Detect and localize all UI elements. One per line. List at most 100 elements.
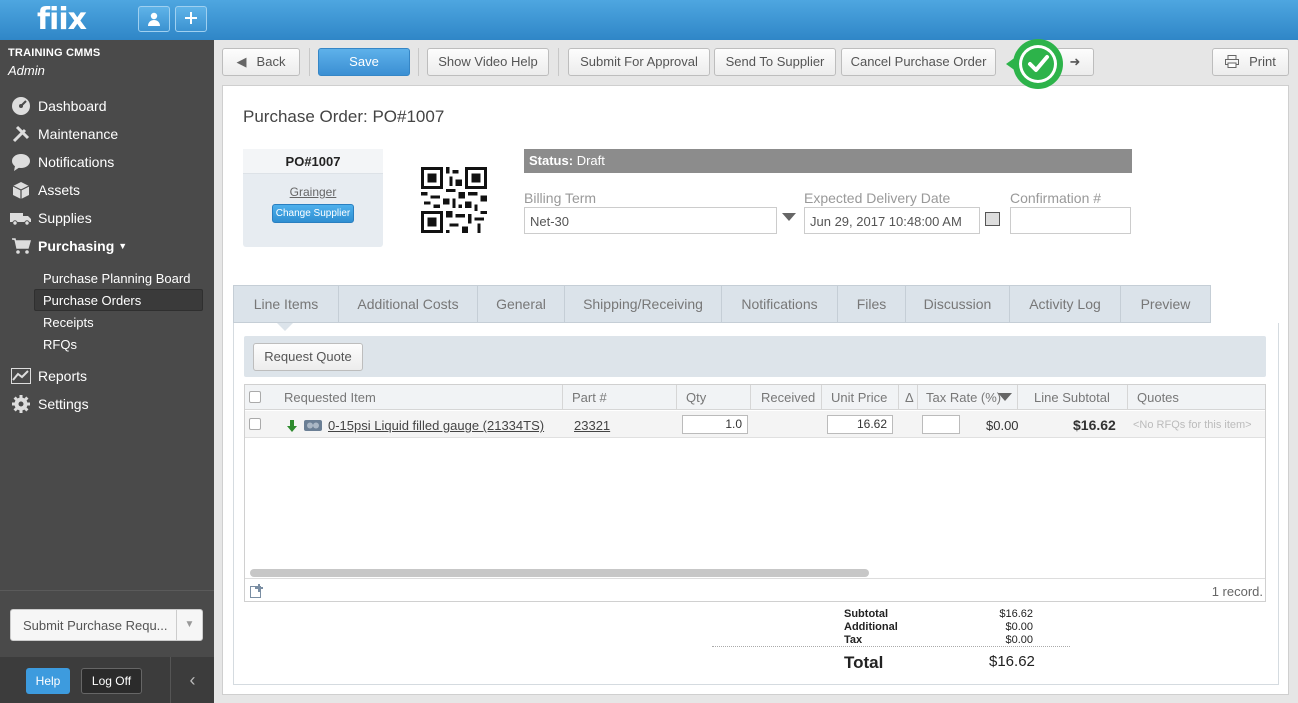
col-quotes[interactable]: Quotes bbox=[1137, 385, 1179, 410]
change-supplier-button[interactable]: Change Supplier bbox=[272, 204, 354, 223]
log-off-button[interactable]: Log Off bbox=[81, 668, 142, 694]
col-divider bbox=[676, 385, 677, 410]
nav-maintenance[interactable]: Maintenance bbox=[10, 122, 118, 146]
status-value: Draft bbox=[576, 153, 605, 168]
col-part-number[interactable]: Part # bbox=[572, 385, 607, 410]
col-divider bbox=[562, 385, 563, 410]
send-to-supplier-button[interactable]: Send To Supplier bbox=[714, 48, 836, 76]
column-menu-icon[interactable] bbox=[998, 393, 1012, 401]
col-unit-price[interactable]: Unit Price bbox=[831, 385, 887, 410]
chat-bubble-icon bbox=[10, 152, 32, 172]
chevron-down-icon: ▼ bbox=[118, 241, 128, 251]
nav-purchasing[interactable]: Purchasing ▼ bbox=[10, 234, 127, 258]
active-tab-pointer bbox=[277, 323, 293, 331]
total-label: Total bbox=[844, 653, 884, 672]
chevron-down-icon[interactable]: ▼ bbox=[176, 610, 202, 640]
tab-line-items[interactable]: Line Items bbox=[234, 286, 339, 322]
horizontal-scrollbar[interactable] bbox=[250, 569, 869, 577]
tab-shipping-receiving[interactable]: Shipping/Receiving bbox=[565, 286, 722, 322]
grid-toolbar bbox=[244, 336, 1266, 377]
billing-term-select[interactable]: Net-30 bbox=[524, 207, 777, 234]
col-divider bbox=[750, 385, 751, 410]
nav-reports[interactable]: Reports bbox=[10, 364, 87, 388]
toolbar-divider bbox=[418, 48, 419, 76]
col-qty[interactable]: Qty bbox=[686, 385, 706, 410]
col-tax-rate[interactable]: Tax Rate (%) bbox=[926, 385, 1001, 410]
subtotal-label: Subtotal bbox=[844, 608, 888, 620]
col-divider bbox=[821, 385, 822, 410]
delivery-date-label: Expected Delivery Date bbox=[804, 190, 951, 206]
box-icon bbox=[10, 180, 32, 200]
tab-files[interactable]: Files bbox=[838, 286, 906, 322]
print-button[interactable]: Print bbox=[1212, 48, 1289, 76]
subtotal-value: $16.62 bbox=[999, 608, 1033, 620]
nav-assets[interactable]: Assets bbox=[10, 178, 80, 202]
nav-settings[interactable]: Settings bbox=[10, 392, 89, 416]
cancel-purchase-order-button[interactable]: Cancel Purchase Order bbox=[841, 48, 996, 76]
select-all-checkbox[interactable] bbox=[249, 391, 261, 403]
save-button[interactable]: Save bbox=[318, 48, 410, 76]
help-button[interactable]: Help bbox=[26, 668, 70, 694]
tab-preview[interactable]: Preview bbox=[1121, 286, 1210, 322]
top-bar: fiix bbox=[0, 0, 1298, 40]
additional-label: Additional bbox=[844, 621, 898, 633]
supplier-link[interactable]: Grainger bbox=[243, 185, 383, 199]
col-divider bbox=[1017, 385, 1018, 410]
requested-item-link[interactable]: 0-15psi Liquid filled gauge (21334TS) bbox=[328, 418, 544, 433]
back-button[interactable]: ◀ Back bbox=[222, 48, 300, 76]
part-number-link[interactable]: 23321 bbox=[574, 418, 610, 433]
nav-label: Settings bbox=[38, 396, 89, 412]
sub-purchase-planning-board[interactable]: Purchase Planning Board bbox=[43, 271, 190, 286]
add-row-icon[interactable] bbox=[250, 584, 264, 601]
wrench-icon bbox=[10, 124, 32, 144]
sub-rfqs[interactable]: RFQs bbox=[43, 337, 77, 352]
col-divider bbox=[917, 385, 918, 410]
col-received[interactable]: Received bbox=[761, 385, 815, 410]
arrow-right-icon: ➜ bbox=[1069, 54, 1081, 69]
col-requested-item[interactable]: Requested Item bbox=[284, 385, 376, 410]
tab-general[interactable]: General bbox=[478, 286, 565, 322]
qr-code bbox=[421, 167, 487, 233]
nav-notifications[interactable]: Notifications bbox=[10, 150, 114, 174]
gear-icon bbox=[10, 394, 32, 414]
nav-supplies[interactable]: Supplies bbox=[10, 206, 92, 230]
tab-discussion[interactable]: Discussion bbox=[906, 286, 1010, 322]
status-label: Status: bbox=[529, 153, 574, 168]
tax-amount: $0.00 bbox=[986, 418, 1019, 433]
nav-label: Maintenance bbox=[38, 126, 119, 142]
row-checkbox[interactable] bbox=[249, 418, 261, 430]
col-delta[interactable]: Δ bbox=[905, 385, 914, 410]
delivery-date-input[interactable]: Jun 29, 2017 10:48:00 AM bbox=[804, 207, 980, 234]
arrow-down-icon[interactable] bbox=[286, 420, 298, 435]
calendar-icon[interactable] bbox=[985, 212, 1000, 226]
collapse-sidebar-button[interactable]: ‹ bbox=[170, 657, 214, 703]
sub-receipts[interactable]: Receipts bbox=[43, 315, 94, 330]
print-label: Print bbox=[1249, 54, 1276, 69]
col-divider bbox=[898, 385, 899, 410]
sub-purchase-orders[interactable]: Purchase Orders bbox=[43, 293, 141, 308]
tab-activity-log[interactable]: Activity Log bbox=[1010, 286, 1121, 322]
col-divider bbox=[1127, 385, 1128, 410]
po-number: PO#1007 bbox=[243, 149, 383, 174]
user-profile-button[interactable] bbox=[138, 6, 170, 32]
fiix-logo[interactable]: fiix bbox=[37, 2, 87, 37]
tax-rate-input[interactable] bbox=[922, 415, 960, 434]
request-quote-button[interactable]: Request Quote bbox=[253, 343, 363, 371]
nav-dashboard[interactable]: Dashboard bbox=[10, 94, 107, 118]
show-video-help-button[interactable]: Show Video Help bbox=[427, 48, 549, 76]
tab-additional-costs[interactable]: Additional Costs bbox=[339, 286, 478, 322]
nav-label: Notifications bbox=[38, 154, 115, 170]
grid-footer bbox=[245, 578, 1265, 601]
sidebar-divider bbox=[0, 590, 214, 591]
add-button[interactable] bbox=[175, 6, 207, 32]
submit-for-approval-button[interactable]: Submit For Approval bbox=[568, 48, 710, 76]
nav-label: Dashboard bbox=[38, 98, 107, 114]
tab-notifications[interactable]: Notifications bbox=[722, 286, 838, 322]
qty-input[interactable]: 1.0 bbox=[682, 415, 748, 434]
dropdown-arrow-icon[interactable] bbox=[782, 213, 796, 221]
back-label: Back bbox=[256, 54, 286, 69]
col-line-subtotal[interactable]: Line Subtotal bbox=[1034, 385, 1110, 410]
confirmation-input[interactable] bbox=[1010, 207, 1131, 234]
unit-price-input[interactable]: 16.62 bbox=[827, 415, 893, 434]
submit-purchase-request-button[interactable]: Submit Purchase Requ... ▼ bbox=[10, 609, 203, 641]
